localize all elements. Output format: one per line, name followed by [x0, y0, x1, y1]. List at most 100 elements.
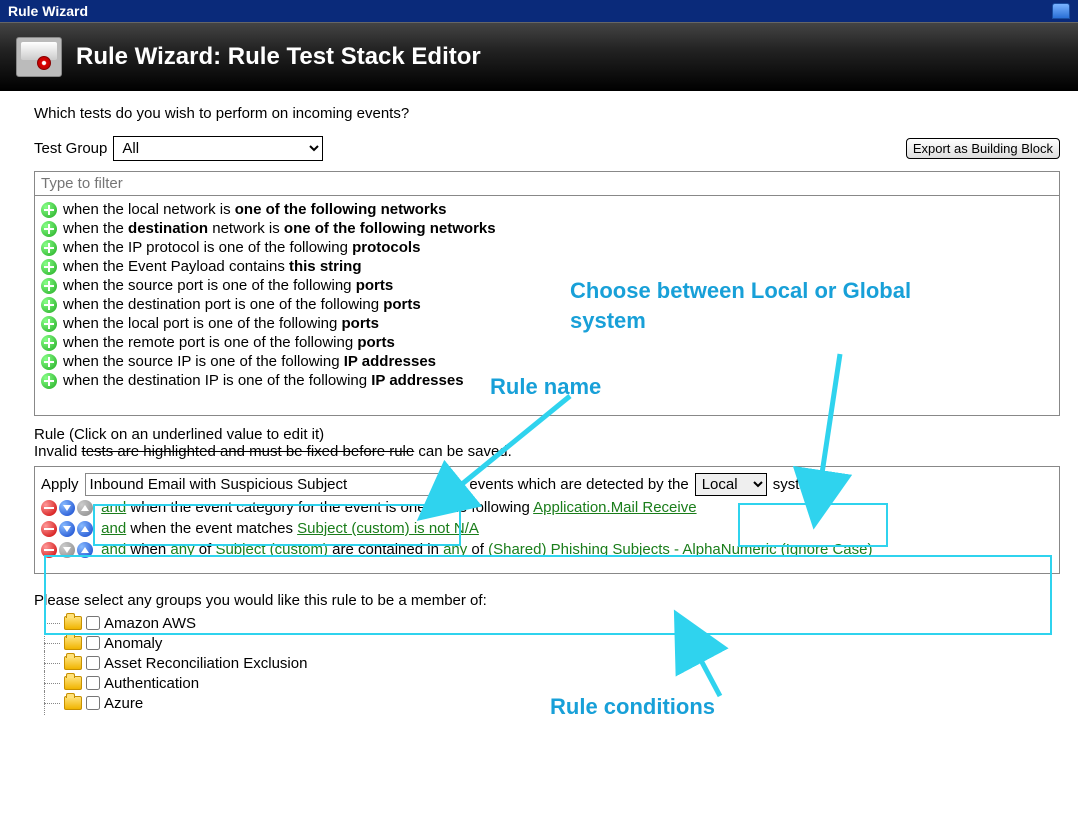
condition-link[interactable]: and [101, 499, 126, 516]
move-down-icon[interactable] [59, 521, 75, 537]
remove-condition-icon[interactable] [41, 500, 57, 516]
move-up-icon[interactable] [77, 521, 93, 537]
apply-end-text: system [773, 476, 821, 493]
condition-row: and when the event matches Subject (cust… [41, 519, 1053, 538]
test-row[interactable]: when the local port is one of the follow… [41, 314, 1055, 333]
test-row[interactable]: when the local network is one of the fol… [41, 200, 1055, 219]
tests-list[interactable]: when the local network is one of the fol… [34, 196, 1060, 416]
remove-condition-icon[interactable] [41, 521, 57, 537]
dialog-title: Rule Wizard: Rule Test Stack Editor [76, 43, 481, 71]
folder-icon [64, 636, 82, 650]
move-down-icon [59, 542, 75, 558]
add-test-icon[interactable] [41, 202, 57, 218]
folder-icon [64, 676, 82, 690]
condition-link[interactable]: (Shared) Phishing Subjects - AlphaNumeri… [488, 541, 872, 558]
groups-tree: Amazon AWS Anomaly Asset Reconciliation Ex… [34, 613, 1060, 713]
window-title: Rule Wizard [8, 3, 88, 19]
window-titlebar: Rule Wizard [0, 0, 1078, 22]
group-label: Amazon AWS [104, 615, 196, 632]
group-checkbox[interactable] [86, 616, 100, 630]
test-text: when the destination IP is one of the fo… [63, 372, 464, 389]
folder-icon [64, 696, 82, 710]
tree-connector [38, 674, 60, 692]
test-row[interactable]: when the Event Payload contains this str… [41, 257, 1055, 276]
tree-connector [38, 694, 60, 712]
test-row[interactable]: when the remote port is one of the follo… [41, 333, 1055, 352]
test-row[interactable]: when the destination IP is one of the fo… [41, 371, 1055, 390]
window-minimize-button[interactable] [1052, 3, 1070, 19]
group-label: Authentication [104, 675, 199, 692]
group-tree-row: Anomaly [38, 633, 1060, 653]
folder-icon [64, 616, 82, 630]
test-text: when the remote port is one of the follo… [63, 334, 395, 351]
apply-label: Apply [41, 476, 79, 493]
test-row[interactable]: when the source port is one of the follo… [41, 276, 1055, 295]
dialog-header: Rule Wizard: Rule Test Stack Editor [0, 22, 1078, 91]
group-checkbox[interactable] [86, 656, 100, 670]
test-row[interactable]: when the IP protocol is one of the follo… [41, 238, 1055, 257]
group-tree-row: Authentication [38, 673, 1060, 693]
group-label: Asset Reconciliation Exclusion [104, 655, 307, 672]
rule-editor-box: Apply on events which are detected by th… [34, 466, 1060, 574]
group-checkbox[interactable] [86, 676, 100, 690]
test-text: when the destination port is one of the … [63, 296, 421, 313]
move-down-icon[interactable] [59, 500, 75, 516]
remove-condition-icon[interactable] [41, 542, 57, 558]
condition-text: and when the event matches Subject (cust… [101, 520, 479, 537]
export-building-block-button[interactable]: Export as Building Block [906, 138, 1060, 159]
add-test-icon[interactable] [41, 354, 57, 370]
test-row[interactable]: when the source IP is one of the followi… [41, 352, 1055, 371]
test-text: when the local port is one of the follow… [63, 315, 379, 332]
add-test-icon[interactable] [41, 259, 57, 275]
rule-section-label: Rule (Click on an underlined value to ed… [34, 426, 1060, 443]
move-up-icon[interactable] [77, 542, 93, 558]
add-test-icon[interactable] [41, 221, 57, 237]
rule-name-input[interactable] [85, 473, 443, 496]
group-label: Azure [104, 695, 143, 712]
group-tree-row: Azure [38, 693, 1060, 713]
condition-link[interactable]: Subject (custom) [215, 541, 328, 558]
apply-mid-text: on events which are detected by the [449, 476, 689, 493]
group-tree-row: Amazon AWS [38, 613, 1060, 633]
tests-question: Which tests do you wish to perform on in… [34, 105, 1060, 122]
tree-connector [38, 634, 60, 652]
condition-link[interactable]: any [443, 541, 467, 558]
condition-link[interactable]: Application.Mail Receive [533, 499, 696, 516]
condition-text: and when any of Subject (custom) are con… [101, 541, 872, 558]
group-checkbox[interactable] [86, 636, 100, 650]
test-text: when the source IP is one of the followi… [63, 353, 436, 370]
condition-row: and when any of Subject (custom) are con… [41, 540, 1053, 559]
condition-link[interactable]: Subject (custom) is not N/A [297, 520, 479, 537]
move-up-icon [77, 500, 93, 516]
add-test-icon[interactable] [41, 373, 57, 389]
test-text: when the local network is one of the fol… [63, 201, 446, 218]
folder-icon [64, 656, 82, 670]
condition-link[interactable]: any [170, 541, 194, 558]
add-test-icon[interactable] [41, 297, 57, 313]
add-test-icon[interactable] [41, 240, 57, 256]
add-test-icon[interactable] [41, 335, 57, 351]
group-checkbox[interactable] [86, 696, 100, 710]
test-text: when the destination network is one of t… [63, 220, 496, 237]
test-text: when the IP protocol is one of the follo… [63, 239, 420, 256]
test-group-select[interactable]: All [113, 136, 323, 161]
system-scope-select[interactable]: LocalGlobal [695, 473, 767, 496]
group-tree-row: Asset Reconciliation Exclusion [38, 653, 1060, 673]
condition-text: and when the event category for the even… [101, 499, 696, 516]
tree-connector [38, 614, 60, 632]
groups-label: Please select any groups you would like … [34, 592, 1060, 609]
test-row[interactable]: when the destination port is one of the … [41, 295, 1055, 314]
filter-input[interactable] [34, 171, 1060, 196]
group-label: Anomaly [104, 635, 162, 652]
condition-link[interactable]: and [101, 520, 126, 537]
condition-link[interactable]: and [101, 541, 126, 558]
test-row[interactable]: when the destination network is one of t… [41, 219, 1055, 238]
invalid-tests-note: Invalid tests are highlighted and must b… [34, 443, 1060, 460]
rule-wizard-icon [16, 37, 62, 77]
test-text: when the source port is one of the follo… [63, 277, 393, 294]
test-group-label: Test Group [34, 140, 107, 157]
condition-row: and when the event category for the even… [41, 498, 1053, 517]
add-test-icon[interactable] [41, 316, 57, 332]
tree-connector [38, 654, 60, 672]
add-test-icon[interactable] [41, 278, 57, 294]
